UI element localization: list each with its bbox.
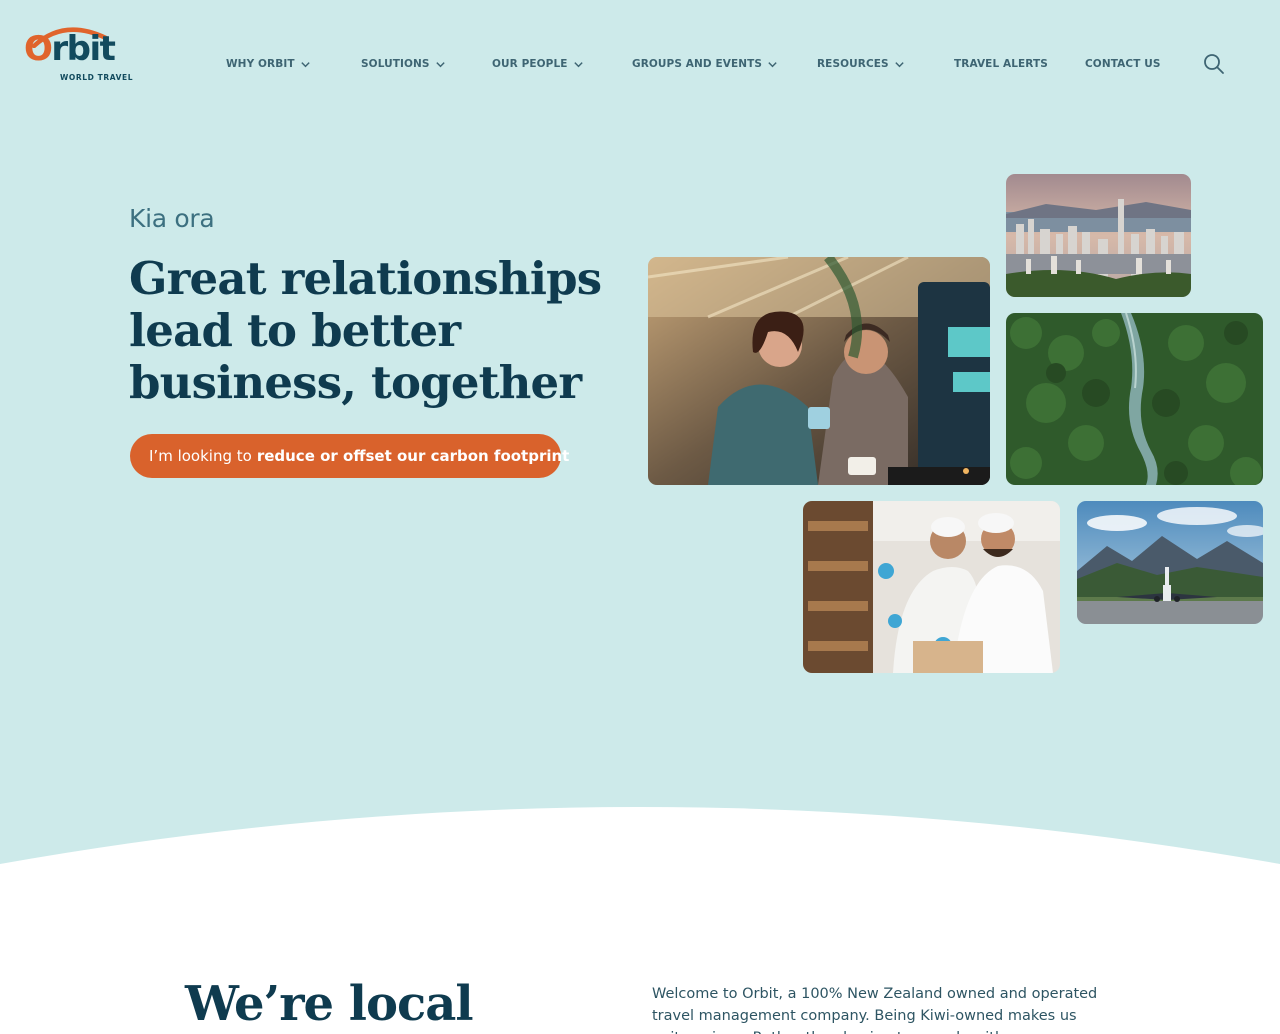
cta-strong-text: reduce or offset our carbon footprint [256,447,570,465]
hero-curve-divider [0,807,1280,870]
city-skyline-photo [1006,174,1191,297]
nav-item-solutions[interactable]: SOLUTIONS [361,56,446,72]
chevron-down-icon [300,61,310,67]
nav-item-label: RESOURCES [817,58,889,70]
airplane-mountains-photo [1077,501,1263,624]
nav-item-why-orbit[interactable]: WHY ORBIT [226,56,311,72]
hero-headline-line: lead to better [129,304,461,357]
nav-item-resources[interactable]: RESOURCES [817,56,905,72]
nav-item-label: WHY ORBIT [226,58,295,70]
office-photo [648,257,990,485]
nav-item-contact-us[interactable]: CONTACT US [1085,56,1161,72]
cta-lead-text: I’m looking to [149,447,252,465]
forest-river-photo [1006,313,1263,485]
nav-item-label: TRAVEL ALERTS [954,58,1048,70]
chevron-down-icon [435,61,445,67]
intro-title: We’re local [185,976,474,1032]
nav-item-travel-alerts[interactable]: TRAVEL ALERTS [954,56,1048,72]
intro-body: Welcome to Orbit, a 100% New Zealand own… [652,986,1098,1034]
logo-tagline: WORLD TRAVEL [60,73,134,82]
nav-item-label: OUR PEOPLE [492,58,568,70]
nav-item-label: GROUPS AND EVENTS [632,58,763,70]
orbit-logo[interactable]: Orbit WORLD TRAVEL [24,24,134,86]
nav-item-groups-and-events[interactable]: GROUPS AND EVENTS [632,56,778,72]
nav-item-label: SOLUTIONS [361,58,430,70]
factory-workers-photo [803,501,1060,673]
hero-headline: Great relationships lead to better busin… [129,253,649,409]
nav-item-label: CONTACT US [1085,58,1161,70]
hero-headline-line: Great relationships [129,252,602,305]
main-nav: WHY ORBIT SOLUTIONS OUR PEOPLE GROUPS AN… [0,56,1280,74]
search-icon[interactable] [1203,53,1225,75]
hero-section: Orbit WORLD TRAVEL WHY ORBIT SOLUTIONS O… [0,0,1280,870]
carbon-footprint-cta-button[interactable]: I’m looking to reduce or offset our carb… [130,434,569,478]
nav-item-our-people[interactable]: OUR PEOPLE [492,56,584,72]
chevron-down-icon [573,61,583,67]
chevron-down-icon [895,61,904,67]
hero-headline-line: business, together [129,356,582,409]
chevron-down-icon [768,61,777,67]
hero-greeting: Kia ora [129,204,215,233]
